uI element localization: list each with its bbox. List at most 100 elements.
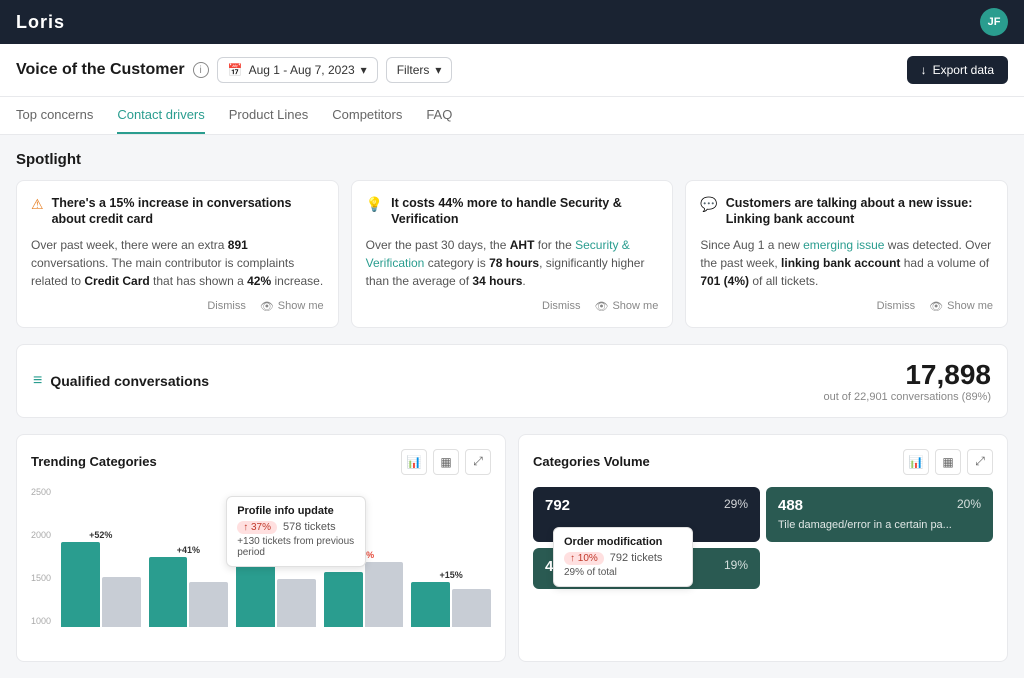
y-label-2500: 2500	[31, 487, 51, 497]
qualified-conversations-section: ≡ Qualified conversations 17,898 out of …	[16, 344, 1008, 418]
tooltip-sub: +130 tickets from previous period	[237, 536, 355, 558]
spotlight-title: Spotlight	[16, 151, 1008, 168]
expand-button[interactable]: ⤢	[465, 449, 491, 475]
table-view-button-vol[interactable]: ▦	[935, 449, 961, 475]
card-title-2: It costs 44% more to handle Security & V…	[391, 195, 658, 228]
bar-gray-4	[365, 562, 404, 627]
vol-pct-2: 20%	[957, 497, 981, 511]
show-me-button-1[interactable]: 👁 Show me	[260, 300, 324, 313]
eye-icon: 👁	[595, 300, 609, 313]
app-header: Loris JF	[0, 0, 1024, 44]
bar-teal-1	[61, 542, 100, 627]
tab-contact-drivers[interactable]: Contact drivers	[117, 97, 204, 134]
title-bar-left: Voice of the Customer i 📅 Aug 1 - Aug 7,…	[16, 57, 452, 83]
bar-percent-5: +15%	[440, 570, 463, 580]
chart-header-trending: Trending Categories 📊 ▦ ⤢	[31, 449, 491, 475]
bar-teal-3	[236, 562, 275, 627]
bar-tooltip: Profile info update ↑ 37% 578 tickets +1…	[226, 496, 366, 567]
card-footer-1: Dismiss 👁 Show me	[31, 300, 324, 313]
volume-cell-1: 792 29% Order modification ↑ 10% 792 tic…	[533, 487, 760, 542]
app-logo: Loris	[16, 12, 65, 33]
spotlight-cards: ⚠ There's a 15% increase in conversation…	[16, 180, 1008, 328]
chart-header-volume: Categories Volume 📊 ▦ ⤢	[533, 449, 993, 475]
eye-icon: 👁	[929, 300, 943, 313]
card-body-3: Since Aug 1 a new emerging issue was det…	[700, 236, 993, 290]
qualified-sub: out of 22,901 conversations (89%)	[823, 391, 991, 403]
bar-gray-1	[102, 577, 141, 627]
chart-title-trending: Trending Categories	[31, 454, 157, 469]
dismiss-button-1[interactable]: Dismiss	[207, 300, 246, 312]
expand-button-vol[interactable]: ⤢	[967, 449, 993, 475]
table-view-button[interactable]: ▦	[433, 449, 459, 475]
qualified-count: 17,898	[823, 359, 991, 391]
bar-percent-2: +41%	[177, 545, 200, 555]
dismiss-button-2[interactable]: Dismiss	[542, 300, 581, 312]
qual-title: Qualified conversations	[50, 373, 209, 389]
export-button[interactable]: ↓ Export data	[907, 56, 1008, 84]
calendar-icon: 📅	[228, 63, 243, 77]
trending-categories-card: Trending Categories 📊 ▦ ⤢ +52%	[16, 434, 506, 662]
spotlight-card-1: ⚠ There's a 15% increase in conversation…	[16, 180, 339, 328]
vol-number-2: 488	[778, 497, 803, 514]
show-me-button-3[interactable]: 👁 Show me	[929, 300, 993, 313]
chevron-icon: ▾	[435, 63, 441, 77]
spotlight-card-2: 💡 It costs 44% more to handle Security &…	[351, 180, 674, 328]
volume-grid: 792 29% Order modification ↑ 10% 792 tic…	[533, 487, 993, 589]
card-header-1: ⚠ There's a 15% increase in conversation…	[31, 195, 324, 228]
vol-cell-top-2: 488 20%	[778, 497, 981, 514]
bar-chart-area: +52% +41%	[31, 487, 491, 647]
info-icon[interactable]: i	[193, 62, 209, 78]
tooltip-tickets: 578 tickets	[283, 521, 336, 533]
chart-controls-volume: 📊 ▦ ⤢	[903, 449, 993, 475]
bar-chart-view-button[interactable]: 📊	[401, 449, 427, 475]
bar-teal-5	[411, 582, 450, 627]
tab-top-concerns[interactable]: Top concerns	[16, 97, 93, 134]
tab-faq[interactable]: FAQ	[426, 97, 452, 134]
user-avatar[interactable]: JF	[980, 8, 1008, 36]
vol-pct-1: 29%	[724, 497, 748, 511]
card-header-2: 💡 It costs 44% more to handle Security &…	[366, 195, 659, 228]
nav-tabs: Top concerns Contact drivers Product Lin…	[0, 97, 1024, 135]
qual-icon: ≡	[33, 372, 42, 390]
bar-percent-1: +52%	[89, 530, 112, 540]
chat-icon: 💬	[700, 196, 717, 213]
tooltip-title: Profile info update	[237, 505, 355, 517]
volume-cell-2: 488 20% Tile damaged/error in a certain …	[766, 487, 993, 542]
qual-right: 17,898 out of 22,901 conversations (89%)	[823, 359, 991, 403]
vol-tooltip-sub: 29% of total	[564, 567, 682, 578]
vol-tooltip-badge: ↑ 10%	[564, 552, 604, 565]
vol-cell-top-1: 792 29%	[545, 497, 748, 514]
vol-number-1: 792	[545, 497, 570, 514]
filters-button[interactable]: Filters ▾	[386, 57, 453, 83]
categories-volume-card: Categories Volume 📊 ▦ ⤢ 792 29% Order m	[518, 434, 1008, 662]
tab-competitors[interactable]: Competitors	[332, 97, 402, 134]
chart-controls-trending: 📊 ▦ ⤢	[401, 449, 491, 475]
qual-left: ≡ Qualified conversations	[33, 372, 209, 390]
card-title-1: There's a 15% increase in conversations …	[52, 195, 324, 228]
bar-teal-4	[324, 572, 363, 627]
card-title-3: Customers are talking about a new issue:…	[726, 195, 993, 228]
dismiss-button-3[interactable]: Dismiss	[877, 300, 916, 312]
export-label: Export data	[933, 63, 994, 77]
date-picker-button[interactable]: 📅 Aug 1 - Aug 7, 2023 ▾	[217, 57, 378, 83]
card-body-1: Over past week, there were an extra 891 …	[31, 236, 324, 290]
charts-row: Trending Categories 📊 ▦ ⤢ +52%	[16, 434, 1008, 662]
bar-gray-5	[452, 589, 491, 627]
vol-tooltip-tickets: 792 tickets	[610, 552, 663, 564]
volume-tooltip: Order modification ↑ 10% 792 tickets 29%…	[553, 527, 693, 587]
bar-chart-view-button-vol[interactable]: 📊	[903, 449, 929, 475]
eye-icon: 👁	[260, 300, 274, 313]
show-me-button-2[interactable]: 👁 Show me	[595, 300, 659, 313]
alert-icon: ⚠	[31, 196, 44, 213]
y-label-1500: 1500	[31, 573, 51, 583]
filter-label: Filters	[397, 63, 430, 77]
card-footer-2: Dismiss 👁 Show me	[366, 300, 659, 313]
card-footer-3: Dismiss 👁 Show me	[700, 300, 993, 313]
chart-title-volume: Categories Volume	[533, 454, 650, 469]
date-range-label: Aug 1 - Aug 7, 2023	[249, 63, 355, 77]
tab-product-lines[interactable]: Product Lines	[229, 97, 309, 134]
title-bar: Voice of the Customer i 📅 Aug 1 - Aug 7,…	[0, 44, 1024, 97]
bulb-icon: 💡	[366, 196, 383, 213]
card-header-3: 💬 Customers are talking about a new issu…	[700, 195, 993, 228]
vol-tooltip-title: Order modification	[564, 536, 682, 548]
